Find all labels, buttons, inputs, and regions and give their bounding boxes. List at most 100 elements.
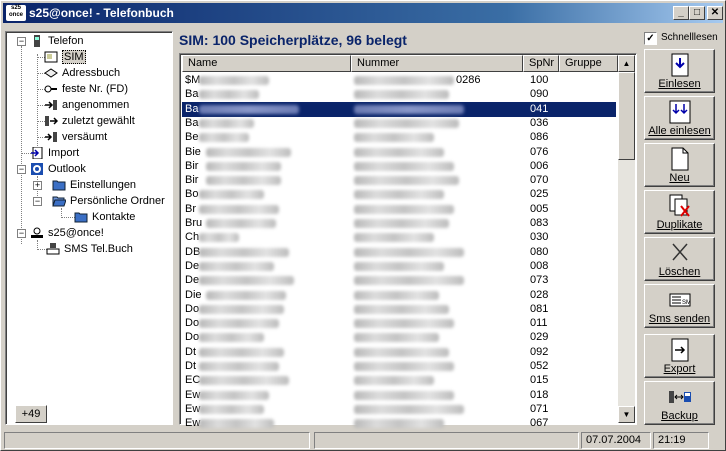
- redacted-number: [354, 276, 464, 286]
- table-row[interactable]: Do 011: [182, 316, 616, 331]
- table-row[interactable]: Ch 030: [182, 230, 616, 245]
- tree-node-telefon[interactable]: Telefon: [30, 33, 83, 49]
- quick-read-checkbox[interactable]: ✓: [644, 32, 657, 45]
- cell-name: Bir: [185, 174, 199, 187]
- redacted-name: [199, 376, 289, 386]
- cell-name: Bo: [185, 188, 199, 201]
- table-row[interactable]: De 008: [182, 259, 616, 274]
- cell-number: 0286: [456, 74, 481, 86]
- vertical-scrollbar[interactable]: ▲ ▼: [618, 55, 635, 423]
- table-row[interactable]: Br 005: [182, 202, 616, 217]
- tree-node-einstellungen[interactable]: Einstellungen: [52, 177, 136, 193]
- tree-collapse-outlook[interactable]: −: [17, 165, 26, 174]
- redacted-name: [199, 261, 274, 271]
- export-button[interactable]: Export: [644, 334, 715, 378]
- country-code-button[interactable]: +49: [15, 405, 47, 423]
- duplicates-button[interactable]: Duplikate: [644, 190, 715, 234]
- table-row[interactable]: Ew 067: [182, 416, 616, 431]
- contact-list[interactable]: Name Nummer SpNr Gruppe $M 0286 100 Ba 090 Ba…: [179, 53, 637, 429]
- table-row[interactable]: Do 029: [182, 330, 616, 345]
- scroll-thumb[interactable]: [618, 72, 635, 160]
- tree-node-outlook[interactable]: Outlook: [30, 161, 86, 177]
- tree-node-import[interactable]: Import: [30, 145, 79, 161]
- table-row[interactable]: Bru 083: [182, 216, 616, 231]
- redacted-name: [199, 76, 269, 85]
- cell-name: Ba: [185, 116, 199, 129]
- tree-node-versaeumt[interactable]: versäumt: [44, 129, 107, 145]
- table-row[interactable]: Die 028: [182, 288, 616, 303]
- tree-expand-einstellungen[interactable]: +: [33, 181, 42, 190]
- tree-node-angenommen[interactable]: angenommen: [44, 97, 129, 113]
- tree-collapse-persoenliche-ordner[interactable]: −: [33, 197, 42, 206]
- read-all-button[interactable]: Alle einlesen: [644, 96, 715, 140]
- table-row[interactable]: Ew 018: [182, 388, 616, 403]
- table-row[interactable]: EC 015: [182, 373, 616, 388]
- redacted-number: [354, 290, 439, 300]
- redacted-name: [199, 204, 279, 214]
- redacted-name: [199, 118, 254, 128]
- cell-name: Bie: [185, 145, 201, 158]
- duplicates-icon: [669, 194, 690, 217]
- status-time: 21:19: [653, 432, 709, 449]
- column-header-name[interactable]: Name: [182, 55, 351, 72]
- table-row[interactable]: Ba 036: [182, 116, 616, 131]
- sms-send-icon: SMS: [669, 293, 691, 307]
- cell-spnr: 073: [530, 274, 549, 287]
- tree-node-adressbuch[interactable]: Adressbuch: [44, 65, 120, 81]
- title-bar[interactable]: s25 once s25@once! - Telefonbuch _ □ ✕: [3, 3, 723, 23]
- tree-collapse-telefon[interactable]: −: [17, 37, 26, 46]
- tree-node-persoenliche-ordner[interactable]: Persönliche Ordner: [52, 193, 165, 209]
- table-row[interactable]: Bie 076: [182, 145, 616, 160]
- redacted-name: [199, 404, 264, 414]
- column-header-gruppe[interactable]: Gruppe: [559, 55, 618, 72]
- main-window: s25 once s25@once! - Telefonbuch _ □ ✕ −…: [0, 0, 726, 451]
- folder-tree[interactable]: − Telefon SIM Adressbuch feste Nr. (FD) …: [5, 31, 173, 425]
- cell-spnr: 036: [530, 116, 549, 129]
- table-row[interactable]: Ba 090: [182, 87, 616, 102]
- table-row[interactable]: Be 086: [182, 130, 616, 145]
- scroll-up-button[interactable]: ▲: [618, 55, 635, 72]
- table-row[interactable]: Dt 092: [182, 345, 616, 360]
- new-button[interactable]: Neu: [644, 143, 715, 187]
- backup-button[interactable]: Backup: [644, 381, 715, 425]
- cell-spnr: 008: [530, 259, 549, 272]
- column-header-spnr[interactable]: SpNr: [523, 55, 559, 72]
- cell-name: Dt: [185, 345, 196, 358]
- tree-node-zuletzt-gewaehlt[interactable]: zuletzt gewählt: [44, 113, 135, 129]
- redacted-number: [354, 233, 434, 243]
- read-button[interactable]: Einlesen: [644, 49, 715, 93]
- table-row[interactable]: De 073: [182, 273, 616, 288]
- maximize-button[interactable]: □: [689, 6, 705, 20]
- tree-node-sms-telbuch[interactable]: SMS Tel.Buch: [46, 241, 133, 257]
- minimize-button[interactable]: _: [673, 6, 689, 20]
- cell-name: Bru: [185, 217, 203, 229]
- tree-collapse-s25[interactable]: −: [17, 229, 26, 238]
- column-header-nummer[interactable]: Nummer: [351, 55, 523, 72]
- redacted-number: [354, 333, 439, 343]
- cell-name: Br: [185, 202, 196, 215]
- delete-button[interactable]: Löschen: [644, 237, 715, 281]
- table-row[interactable]: DB 080: [182, 245, 616, 260]
- tree-node-feste-nr[interactable]: feste Nr. (FD): [44, 81, 128, 97]
- app-icon[interactable]: s25 once: [6, 5, 26, 21]
- table-row[interactable]: Bir 006: [182, 159, 616, 174]
- table-row[interactable]: Bo 025: [182, 187, 616, 202]
- redacted-number: [354, 190, 444, 200]
- close-button[interactable]: ✕: [707, 6, 723, 20]
- redacted-name: [206, 290, 286, 300]
- svg-text:SMS: SMS: [682, 300, 691, 306]
- scroll-down-button[interactable]: ▼: [618, 406, 635, 423]
- table-row[interactable]: $M 0286 100: [182, 73, 616, 88]
- sms-send-button[interactable]: SMS Sms senden: [644, 284, 715, 328]
- redacted-name: [206, 161, 281, 171]
- table-row[interactable]: Ba 041: [182, 101, 616, 117]
- redacted-number: [354, 347, 449, 357]
- tree-node-s25[interactable]: s25@once!: [30, 225, 104, 241]
- tree-node-kontakte[interactable]: Kontakte: [74, 209, 135, 225]
- tree-node-sim[interactable]: SIM: [44, 49, 86, 65]
- table-row[interactable]: Dt 052: [182, 359, 616, 374]
- phone-icon: [34, 35, 40, 48]
- table-row[interactable]: Ew 071: [182, 402, 616, 417]
- table-row[interactable]: Bir 070: [182, 173, 616, 188]
- table-row[interactable]: Do 081: [182, 302, 616, 317]
